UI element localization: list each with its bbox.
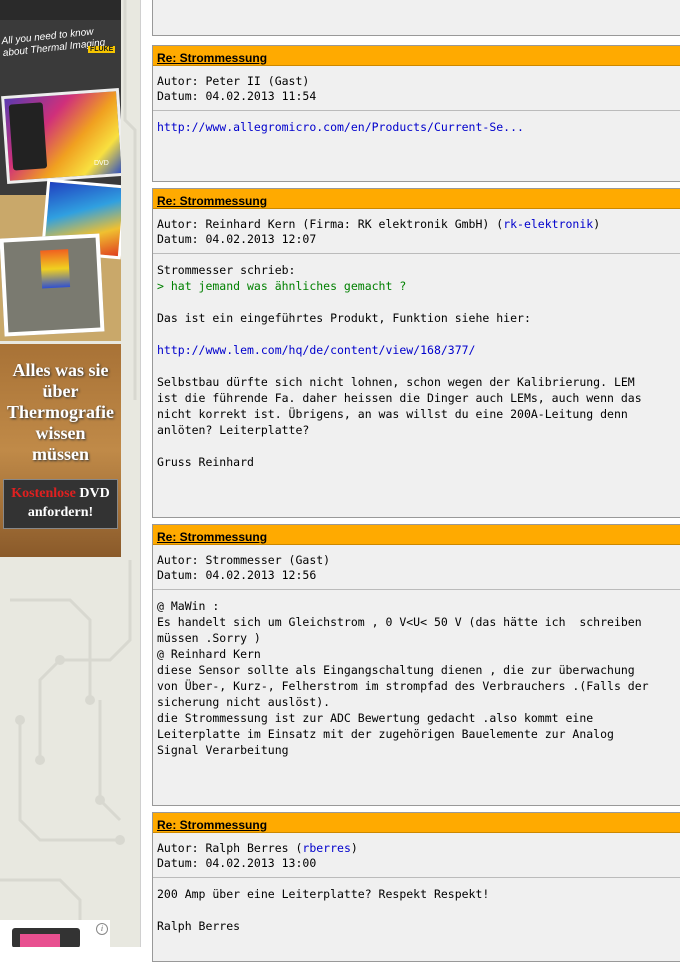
forum-post: Re: Strommessung Autor: Peter II (Gast) … <box>152 45 680 182</box>
post-title-link[interactable]: Re: Strommessung <box>157 818 267 832</box>
sidebar: All you need to know about Thermal Imagi… <box>0 0 140 947</box>
forum-post: Re: Strommessung Autor: Strommesser (Gas… <box>152 524 680 806</box>
post-body: http://www.allegromicro.com/en/Products/… <box>153 111 680 135</box>
author-profile-link[interactable]: rk-elektronik <box>503 217 593 231</box>
post-link[interactable]: http://www.allegromicro.com/en/Products/… <box>157 120 524 134</box>
post-body: Strommesser schrieb: > hat jemand was ähn… <box>153 254 680 470</box>
post-meta: Autor: Strommesser (Gast) Datum: 04.02.2… <box>153 545 680 590</box>
author-text: Autor: Reinhard Kern (Firma: RK elektron… <box>157 217 504 231</box>
post-meta: Autor: Ralph Berres (rberres) Datum: 04.… <box>153 833 680 878</box>
banner-line: müssen <box>31 444 89 464</box>
ad-info-icon[interactable]: i <box>96 923 108 935</box>
cta-dvd-label: DVD <box>75 486 110 501</box>
ad-thumbnail-accent <box>20 934 60 947</box>
author-text-end: ) <box>593 217 601 231</box>
quote-text: > hat jemand was ähnliches gemacht ? <box>157 279 407 293</box>
post-meta: Autor: Peter II (Gast) Datum: 04.02.2013… <box>153 66 680 111</box>
camera-screen-icon <box>40 249 71 289</box>
column-divider <box>140 0 141 947</box>
post-signature: Ralph Berres <box>157 919 241 933</box>
post-date: Datum: 04.02.2013 13:00 <box>157 856 317 870</box>
ad-thumbnail <box>12 928 80 947</box>
dvd-order-button[interactable]: Kostenlose DVD anfordern! <box>3 479 118 529</box>
author-profile-link[interactable]: rberres <box>302 841 350 855</box>
post-paragraph: 200 Amp über eine Leiterplatte? Respekt … <box>157 887 490 901</box>
cta-order-label: anfordern! <box>27 505 94 520</box>
ad-thermal-photo <box>1 87 121 185</box>
banner-line: Alles was sie <box>12 360 109 380</box>
author-text: Autor: Ralph Berres ( <box>157 841 303 855</box>
post-title-link[interactable]: Re: Strommessung <box>157 51 267 65</box>
banner-line: wissen <box>35 423 86 443</box>
post-title-bar: Re: Strommessung <box>153 525 680 545</box>
post-title-link[interactable]: Re: Strommessung <box>157 194 267 208</box>
thermal-imaging-ad[interactable]: All you need to know about Thermal Imagi… <box>0 0 121 341</box>
author-text-end: ) <box>350 841 358 855</box>
post-link[interactable]: http://www.lem.com/hq/de/content/view/16… <box>157 343 476 357</box>
post-signature: Gruss Reinhard <box>157 455 254 469</box>
banner-line: Thermografie <box>7 402 114 422</box>
forum-post: Re: Strommessung Autor: Ralph Berres (rb… <box>152 812 680 962</box>
post-author: Autor: Strommesser (Gast) <box>157 553 331 567</box>
fluke-logo: FLUKE <box>88 46 116 53</box>
post-meta: Autor: Reinhard Kern (Firma: RK elektron… <box>153 209 680 254</box>
thermografie-banner-ad[interactable]: Alles was sie über Thermografie wissen m… <box>0 344 121 557</box>
post-title-bar: Re: Strommessung <box>153 189 680 209</box>
ad-dvd-label: DVD <box>94 160 109 167</box>
banner-line: über <box>42 381 79 401</box>
bottom-ad[interactable]: i <box>0 920 110 947</box>
post-title-link[interactable]: Re: Strommessung <box>157 530 267 544</box>
post-author: Autor: Reinhard Kern (Firma: RK elektron… <box>157 217 680 232</box>
post-date: Datum: 04.02.2013 12:07 <box>157 232 317 246</box>
post-fragment <box>152 0 680 36</box>
cta-free-label: Kostenlose <box>11 486 76 501</box>
post-author: Autor: Peter II (Gast) <box>157 74 310 88</box>
post-body: @ MaWin : Es handelt sich um Gleichstrom… <box>157 599 649 757</box>
post-paragraph: Das ist ein eingeführtes Produkt, Funkti… <box>157 311 531 325</box>
banner-headline: Alles was sie über Thermografie wissen m… <box>0 360 121 465</box>
camera-icon <box>8 102 48 171</box>
forum-post: Re: Strommessung Autor: Reinhard Kern (F… <box>152 188 680 518</box>
quote-intro: Strommesser schrieb: <box>157 263 296 277</box>
post-author: Autor: Ralph Berres (rberres) <box>157 841 680 856</box>
post-date: Datum: 04.02.2013 12:56 <box>157 568 317 582</box>
post-title-bar: Re: Strommessung <box>153 813 680 833</box>
post-title-bar: Re: Strommessung <box>153 46 680 66</box>
ad-thermal-photo-3 <box>0 233 105 337</box>
post-paragraph: Selbstbau dürfte sich nicht lohnen, scho… <box>157 375 642 437</box>
post-date: Datum: 04.02.2013 11:54 <box>157 89 317 103</box>
post-body: 200 Amp über eine Leiterplatte? Respekt … <box>153 878 680 934</box>
